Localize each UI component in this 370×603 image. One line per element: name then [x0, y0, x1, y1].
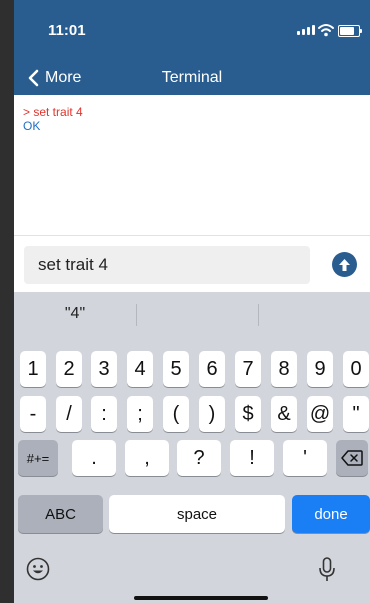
- signal-icon: [297, 25, 315, 35]
- nav-bar: More Terminal: [14, 60, 370, 95]
- status-bar: 11:01: [14, 0, 370, 60]
- key-3[interactable]: 3: [91, 351, 117, 387]
- key-comma[interactable]: ,: [125, 440, 169, 476]
- key-exclamation[interactable]: !: [230, 440, 274, 476]
- terminal-response-line: OK: [23, 119, 41, 133]
- key-1[interactable]: 1: [20, 351, 46, 387]
- key-ampersand[interactable]: &: [271, 396, 297, 432]
- done-key[interactable]: done: [292, 495, 370, 533]
- key-dollar[interactable]: $: [235, 396, 261, 432]
- abc-key[interactable]: ABC: [18, 495, 103, 533]
- terminal-command-line: > set trait 4: [23, 105, 83, 119]
- key-2[interactable]: 2: [56, 351, 82, 387]
- key-7[interactable]: 7: [235, 351, 261, 387]
- key-more-symbols[interactable]: #+=: [18, 440, 58, 476]
- home-indicator: [134, 596, 268, 600]
- key-apostrophe[interactable]: ': [283, 440, 327, 476]
- command-input[interactable]: [24, 246, 310, 284]
- suggestion-item[interactable]: [259, 292, 370, 336]
- key-period[interactable]: .: [72, 440, 116, 476]
- command-input-row: [14, 236, 370, 292]
- terminal-output: > set trait 4 OK: [14, 95, 370, 236]
- key-colon[interactable]: :: [91, 396, 117, 432]
- backspace-key[interactable]: [336, 440, 368, 476]
- key-close-paren[interactable]: ): [199, 396, 225, 432]
- key-at[interactable]: @: [307, 396, 333, 432]
- microphone-icon[interactable]: [318, 557, 336, 583]
- key-8[interactable]: 8: [271, 351, 297, 387]
- key-slash[interactable]: /: [56, 396, 82, 432]
- emoji-icon[interactable]: [26, 557, 50, 581]
- key-0[interactable]: 0: [343, 351, 369, 387]
- key-4[interactable]: 4: [127, 351, 153, 387]
- suggestion-item[interactable]: "4": [14, 292, 136, 336]
- page-title: Terminal: [161, 69, 223, 86]
- suggestion-item[interactable]: [137, 292, 258, 336]
- arrow-up-icon: [339, 258, 350, 271]
- key-hyphen[interactable]: -: [20, 396, 46, 432]
- backspace-icon: [341, 450, 363, 466]
- key-9[interactable]: 9: [307, 351, 333, 387]
- suggestion-bar: "4": [14, 292, 370, 336]
- key-5[interactable]: 5: [163, 351, 189, 387]
- key-open-paren[interactable]: (: [163, 396, 189, 432]
- key-6[interactable]: 6: [199, 351, 225, 387]
- key-semicolon[interactable]: ;: [127, 396, 153, 432]
- app-screen: 11:01 More Terminal > set trait 4 OK set…: [0, 0, 370, 603]
- status-time: 11:01: [48, 22, 86, 39]
- key-question[interactable]: ?: [177, 440, 221, 476]
- left-edge-bar: [0, 0, 14, 603]
- send-button[interactable]: [332, 252, 357, 277]
- key-quote[interactable]: ": [343, 396, 369, 432]
- keyboard: "4" 1 2 3 4 5 6 7 8 9 0 - / : ; ( ) $ & …: [14, 292, 370, 603]
- wifi-icon: [318, 24, 334, 37]
- battery-icon: [338, 25, 362, 37]
- space-key[interactable]: space: [109, 495, 285, 533]
